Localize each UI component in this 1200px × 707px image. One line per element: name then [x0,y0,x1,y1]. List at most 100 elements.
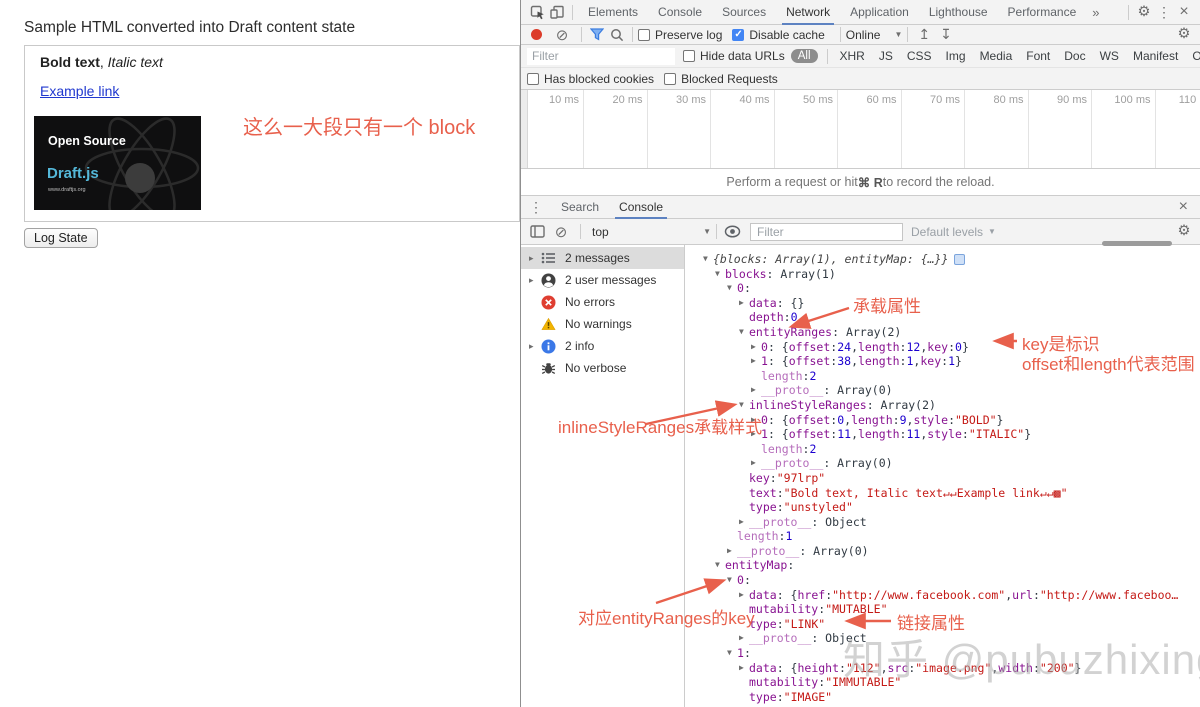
sidebar-item-2-messages[interactable]: ▸ 2 messages [521,247,684,269]
inspect-element-icon[interactable] [527,3,547,21]
drawer-tab-console[interactable]: Console [609,196,673,219]
tree-expander-icon[interactable]: ▶ [739,631,749,646]
filter-funnel-icon[interactable] [587,26,607,44]
tree-text: : [778,529,786,544]
tree-text: , [920,339,928,354]
more-tabs-chevron[interactable]: » [1086,5,1105,20]
blocked-requests-checkbox[interactable] [664,72,677,85]
expander-icon[interactable]: ▸ [529,341,541,352]
tree-expander-icon[interactable]: ▶ [727,544,737,559]
expander-icon[interactable]: ▸ [529,275,541,286]
tab-performance[interactable]: Performance [998,0,1087,25]
console-filter-input[interactable] [750,222,903,241]
sidebar-item-no-verbose[interactable]: No verbose [521,357,684,379]
sidebar-item-label: 2 user messages [565,273,657,287]
record-network-icon[interactable] [531,29,542,40]
sidebar-item-2-info[interactable]: ▸ 2 info [521,335,684,357]
console-tree-row: depth: 0 [685,310,1200,325]
hide-data-urls-checkbox[interactable] [683,50,695,62]
filter-type-all[interactable]: All [790,49,818,63]
filter-type-js[interactable]: JS [872,49,900,63]
tree-expander-icon[interactable]: ▼ [727,646,737,661]
filter-type-doc[interactable]: Doc [1057,49,1092,63]
console-tree-row: ▶ __proto__: Object [685,515,1200,530]
tree-expander-icon[interactable]: ▼ [715,267,725,282]
clear-network-icon[interactable]: ⊘ [552,26,572,44]
filter-type-xhr[interactable]: XHR [833,49,872,63]
close-devtools-icon[interactable]: × [1174,3,1194,21]
sidebar-item-no-warnings[interactable]: No warnings [521,313,684,335]
object-info-icon[interactable] [954,254,966,265]
log-state-button[interactable]: Log State [24,228,98,248]
tree-expander-icon[interactable]: ▼ [739,325,749,340]
tree-text: : [818,675,826,690]
search-icon[interactable] [607,26,627,44]
tree-key: inlineStyleRanges [749,397,867,412]
export-har-icon[interactable]: ↧ [940,26,952,43]
tree-text: : [743,281,751,296]
tree-expander-icon[interactable]: ▶ [751,456,761,471]
preserve-log-checkbox[interactable] [638,28,650,41]
filter-type-media[interactable]: Media [973,49,1020,63]
horizontal-scrollbar-thumb[interactable] [1102,241,1172,246]
tree-expander-icon[interactable]: ▶ [751,383,761,398]
tree-key: blocks [725,266,767,281]
device-toolbar-icon[interactable] [547,3,567,21]
tree-key: 0 [737,281,744,296]
tab-application[interactable]: Application [840,0,919,25]
clear-console-icon[interactable]: ⊘ [551,223,571,241]
disable-cache-checkbox[interactable] [732,28,745,41]
network-filter-input[interactable] [527,47,675,65]
kebab-menu-icon[interactable]: ⋮ [1154,3,1174,21]
console-sidebar-toggle-icon[interactable] [527,223,547,241]
log-levels-dropdown[interactable]: Default levels ▼ [911,225,996,239]
example-link[interactable]: Example link [40,83,119,99]
tree-text: : [769,470,777,485]
tree-expander-icon[interactable]: ▼ [739,398,749,413]
tree-number: 38 [837,354,852,369]
tab-sources[interactable]: Sources [712,0,776,25]
settings-gear-icon[interactable]: ⚙ [1134,3,1154,21]
import-har-icon[interactable]: ↥ [918,26,930,43]
network-settings-gear-icon[interactable]: ⚙ [1174,26,1194,44]
close-drawer-icon[interactable]: × [1175,198,1192,216]
tab-elements[interactable]: Elements [578,0,648,25]
tree-expander-icon[interactable]: ▶ [739,588,749,603]
expander-icon[interactable]: ▸ [529,253,541,264]
tree-text: , [851,339,858,354]
tree-expander-icon[interactable]: ▼ [703,252,713,267]
filter-type-img[interactable]: Img [939,49,973,63]
filter-type-manifest[interactable]: Manifest [1126,49,1185,63]
tree-text: : [783,310,791,325]
tree-expander-icon[interactable]: ▶ [739,296,749,311]
tree-expander-icon[interactable]: ▶ [739,661,749,676]
live-expression-eye-icon[interactable] [722,223,742,241]
tab-network[interactable]: Network [776,0,840,25]
drawer-tab-search[interactable]: Search [551,196,609,219]
filter-type-css[interactable]: CSS [900,49,939,63]
tree-expander-icon[interactable]: ▼ [727,281,737,296]
filter-type-font[interactable]: Font [1019,49,1057,63]
execution-context-dropdown[interactable]: top ▼ [586,225,711,239]
tree-expander-icon[interactable]: ▶ [739,515,749,530]
tree-expander-icon[interactable]: ▶ [751,354,761,369]
drawer-kebab-icon[interactable]: ⋮ [529,199,543,216]
tree-expander-icon[interactable]: ▼ [727,573,737,588]
tree-text: : [899,339,907,354]
tab-console[interactable]: Console [648,0,712,25]
throttling-dropdown[interactable]: Online ▼ [846,28,903,42]
tree-expander-spacer [739,310,749,325]
console-settings-gear-icon[interactable]: ⚙ [1174,223,1194,241]
tree-text: : { [767,427,789,442]
filter-type-ws[interactable]: WS [1093,49,1126,63]
tree-expander-icon[interactable]: ▶ [751,340,761,355]
filter-type-other[interactable]: Other [1185,49,1200,63]
tab-lighthouse[interactable]: Lighthouse [919,0,998,25]
has-blocked-cookies-checkbox[interactable] [527,72,539,85]
draftjs-logo-text: Draft.js [47,165,99,182]
preserve-log-label: Preserve log [655,27,723,42]
tree-text: } [996,412,1004,427]
sidebar-item-no-errors[interactable]: No errors [521,291,684,313]
sidebar-item-2-user-messages[interactable]: ▸ 2 user messages [521,269,684,291]
tree-expander-icon[interactable]: ▼ [715,558,725,573]
